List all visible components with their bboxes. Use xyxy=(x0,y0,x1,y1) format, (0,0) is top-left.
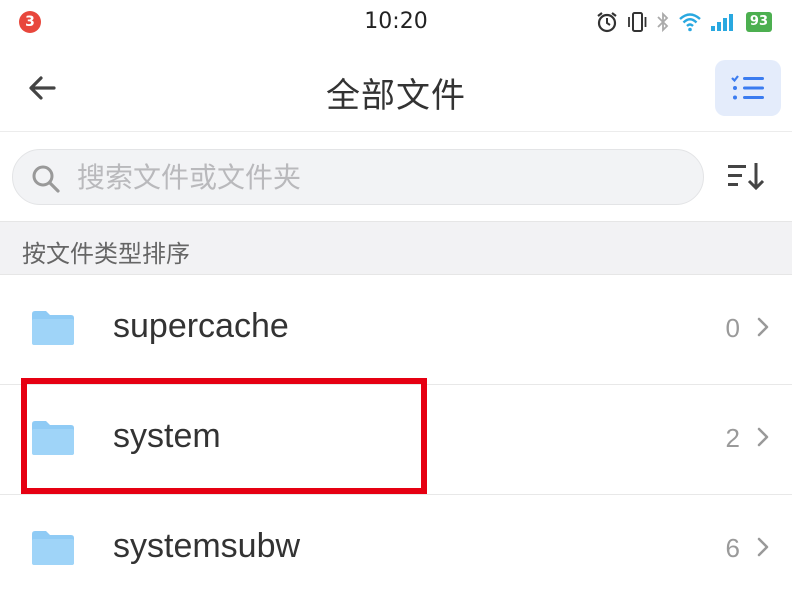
item-count: 0 xyxy=(725,313,740,343)
chevron-right-icon xyxy=(757,427,769,447)
chevron-right-icon xyxy=(757,537,769,557)
section-label: 按文件类型排序 xyxy=(22,240,190,268)
section-header: 按文件类型排序 xyxy=(0,221,792,275)
folder-icon xyxy=(32,311,74,345)
folder-row-systemsubw[interactable]: systemsubw 6 xyxy=(0,495,792,601)
status-bar: 3 10:20 93 xyxy=(0,0,792,44)
alarm-icon xyxy=(597,12,617,33)
folder-name: system xyxy=(113,417,221,455)
folder-icon xyxy=(32,421,74,455)
folder-name: supercache xyxy=(113,307,289,345)
status-icons: 93 xyxy=(596,10,772,34)
search-row xyxy=(0,133,792,221)
search-icon xyxy=(32,165,60,193)
vibrate-icon xyxy=(628,12,647,32)
list-view-button[interactable] xyxy=(715,60,781,116)
item-count: 6 xyxy=(725,533,740,563)
folder-name: systemsubw xyxy=(113,527,301,565)
signal-icon xyxy=(710,14,733,31)
folder-icon xyxy=(32,531,74,565)
bluetooth-icon xyxy=(657,11,669,33)
wifi-icon xyxy=(679,13,701,32)
search-input[interactable] xyxy=(77,150,687,204)
page-title: 全部文件 xyxy=(326,76,466,116)
chevron-right-icon xyxy=(757,317,769,337)
item-count: 2 xyxy=(725,423,740,453)
checklist-icon xyxy=(731,75,764,100)
nav-bar: 全部文件 xyxy=(0,44,792,132)
file-list: supercache 0 system 2 systemsubw 6 xyxy=(0,275,792,601)
sort-icon xyxy=(728,163,765,191)
folder-row-system[interactable]: system 2 xyxy=(0,385,792,495)
battery-indicator: 93 xyxy=(745,12,772,32)
search-box[interactable] xyxy=(12,149,704,205)
folder-row-supercache[interactable]: supercache 0 xyxy=(0,275,792,385)
sort-button[interactable] xyxy=(724,159,768,195)
